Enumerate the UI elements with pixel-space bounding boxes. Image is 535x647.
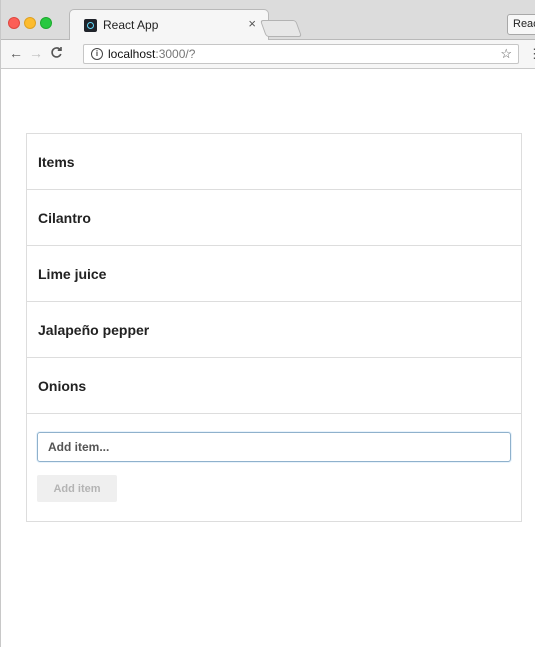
- maximize-window-icon[interactable]: [40, 17, 52, 29]
- url-path: :3000/?: [155, 47, 196, 61]
- reload-icon[interactable]: [50, 45, 63, 63]
- url-host: localhost: [108, 47, 156, 61]
- minimize-window-icon[interactable]: [24, 17, 36, 29]
- browser-menu-icon[interactable]: ⋮: [528, 46, 535, 62]
- tab-close-icon[interactable]: ×: [248, 16, 256, 31]
- add-item-form: Add item: [27, 414, 521, 522]
- react-logo-icon: [84, 19, 97, 32]
- forward-arrow-icon[interactable]: →: [29, 45, 43, 61]
- browser-window: React App × React ← → i localhost:3000/?…: [0, 0, 535, 647]
- info-icon[interactable]: i: [91, 48, 103, 60]
- list-item: Cilantro: [27, 190, 521, 246]
- page-content: Items Cilantro Lime juice Jalapeño peppe…: [1, 69, 535, 647]
- add-item-button[interactable]: Add item: [37, 475, 117, 502]
- back-arrow-icon[interactable]: ←: [9, 45, 23, 61]
- close-window-icon[interactable]: [8, 17, 20, 29]
- list-item: Lime juice: [27, 246, 521, 302]
- list-item: Onions: [27, 358, 521, 414]
- tab-react-app[interactable]: React App ×: [69, 9, 269, 40]
- new-tab-button[interactable]: [259, 20, 303, 37]
- bookmark-star-icon[interactable]: ☆: [500, 46, 512, 62]
- list-header: Items: [27, 134, 521, 190]
- browser-toolbar: ← → i localhost:3000/? ☆ ⋮: [1, 40, 535, 69]
- address-bar[interactable]: i localhost:3000/? ☆: [83, 44, 519, 64]
- tab-strip: React App × React: [1, 0, 535, 40]
- url-text[interactable]: localhost:3000/?: [108, 47, 195, 61]
- add-item-input[interactable]: [37, 432, 511, 462]
- list-item: Jalapeño pepper: [27, 302, 521, 358]
- profile-button[interactable]: React: [507, 14, 535, 35]
- tab-title: React App: [103, 18, 159, 32]
- items-card: Items Cilantro Lime juice Jalapeño peppe…: [26, 133, 522, 522]
